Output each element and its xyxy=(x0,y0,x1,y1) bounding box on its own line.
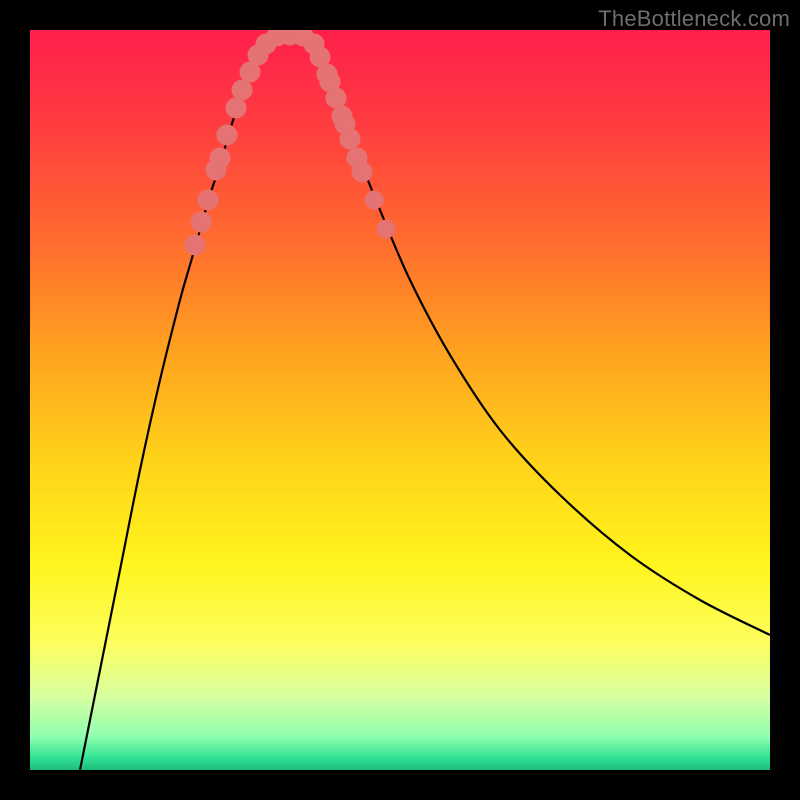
bead-marker xyxy=(210,148,230,168)
plot-frame xyxy=(30,30,770,770)
plot-svg xyxy=(30,30,770,770)
curve-left-branch xyxy=(80,37,270,770)
bead-marker xyxy=(326,88,346,108)
bead-marker xyxy=(198,190,218,210)
bead-marker xyxy=(226,98,246,118)
beads-group xyxy=(185,30,395,255)
watermark-label: TheBottleneck.com xyxy=(598,6,790,32)
bead-marker xyxy=(293,30,313,46)
bead-marker xyxy=(340,129,360,149)
bead-marker xyxy=(185,235,205,255)
bead-marker xyxy=(217,125,237,145)
bead-marker xyxy=(232,80,252,100)
bead-marker xyxy=(191,212,211,232)
bead-marker xyxy=(352,162,372,182)
bead-marker xyxy=(365,191,383,209)
bead-marker xyxy=(377,220,395,238)
curve-right-branch xyxy=(310,37,770,635)
